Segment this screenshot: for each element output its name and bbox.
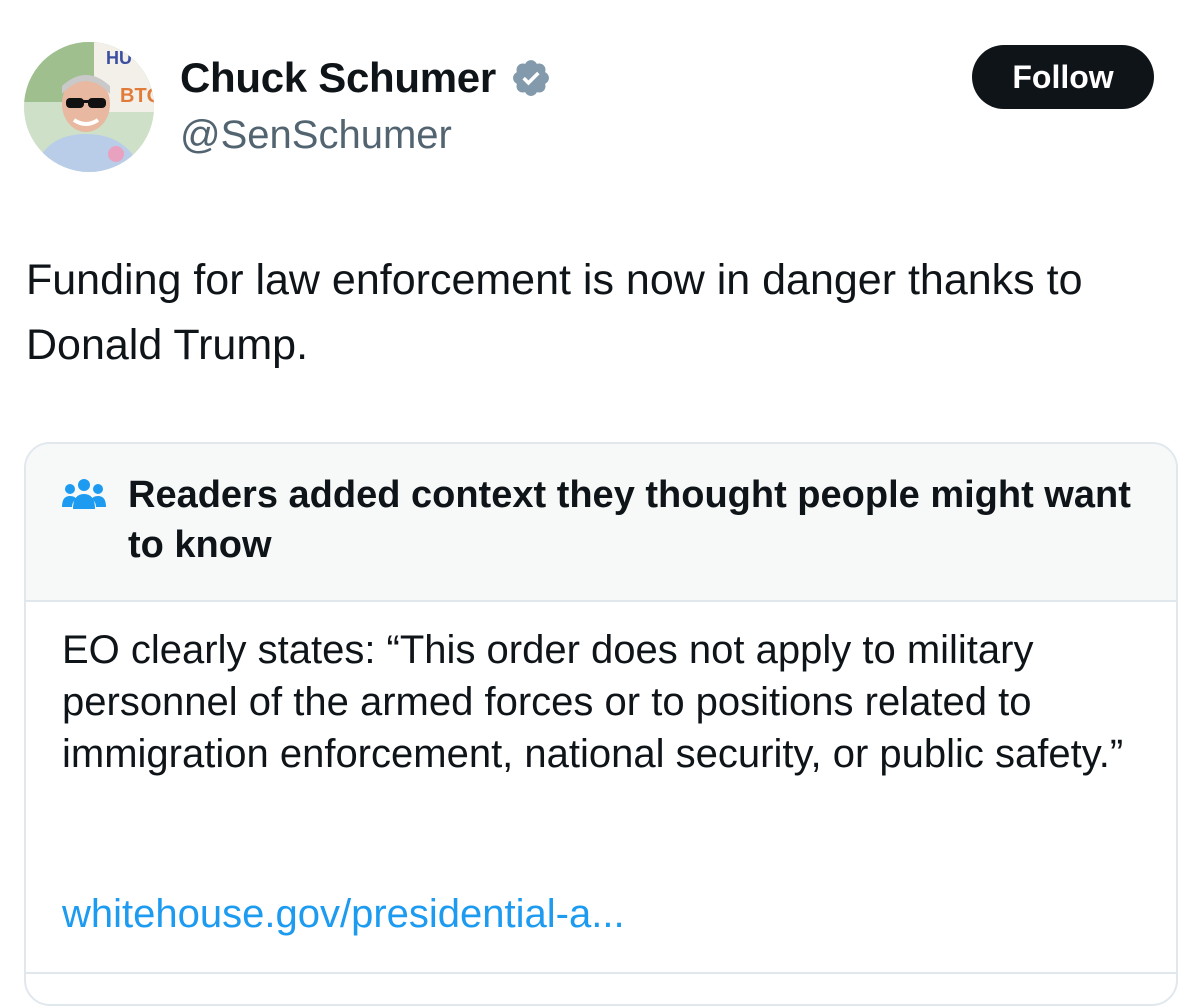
- author-display-name[interactable]: Chuck Schumer: [180, 52, 496, 104]
- verified-badge-icon: [512, 60, 549, 96]
- community-note-source-link[interactable]: whitehouse.gov/presidential-a...: [62, 888, 625, 940]
- svg-text:HU: HU: [106, 48, 132, 68]
- tweet-text: Funding for law enforcement is now in da…: [26, 256, 1083, 369]
- community-note-card[interactable]: Readers added context they thought peopl…: [24, 442, 1178, 1006]
- author-handle[interactable]: @SenSchumer: [180, 110, 452, 160]
- avatar[interactable]: HU BTQ: [24, 42, 154, 172]
- avatar-photo: HU BTQ: [24, 42, 154, 172]
- note-divider: [26, 972, 1176, 974]
- svg-text:BTQ: BTQ: [120, 85, 154, 107]
- readers-group-icon: [62, 479, 106, 509]
- author-name-row: Chuck Schumer: [180, 52, 552, 104]
- community-note-header: Readers added context they thought peopl…: [26, 444, 1176, 602]
- community-note-body: EO clearly states: “This order does not …: [62, 628, 1124, 776]
- follow-button[interactable]: Follow: [972, 45, 1154, 109]
- community-note-title: Readers added context they thought peopl…: [128, 474, 1131, 566]
- tweet-header: HU BTQ Chuck Schumer @SenSchumer Follow: [0, 0, 1200, 200]
